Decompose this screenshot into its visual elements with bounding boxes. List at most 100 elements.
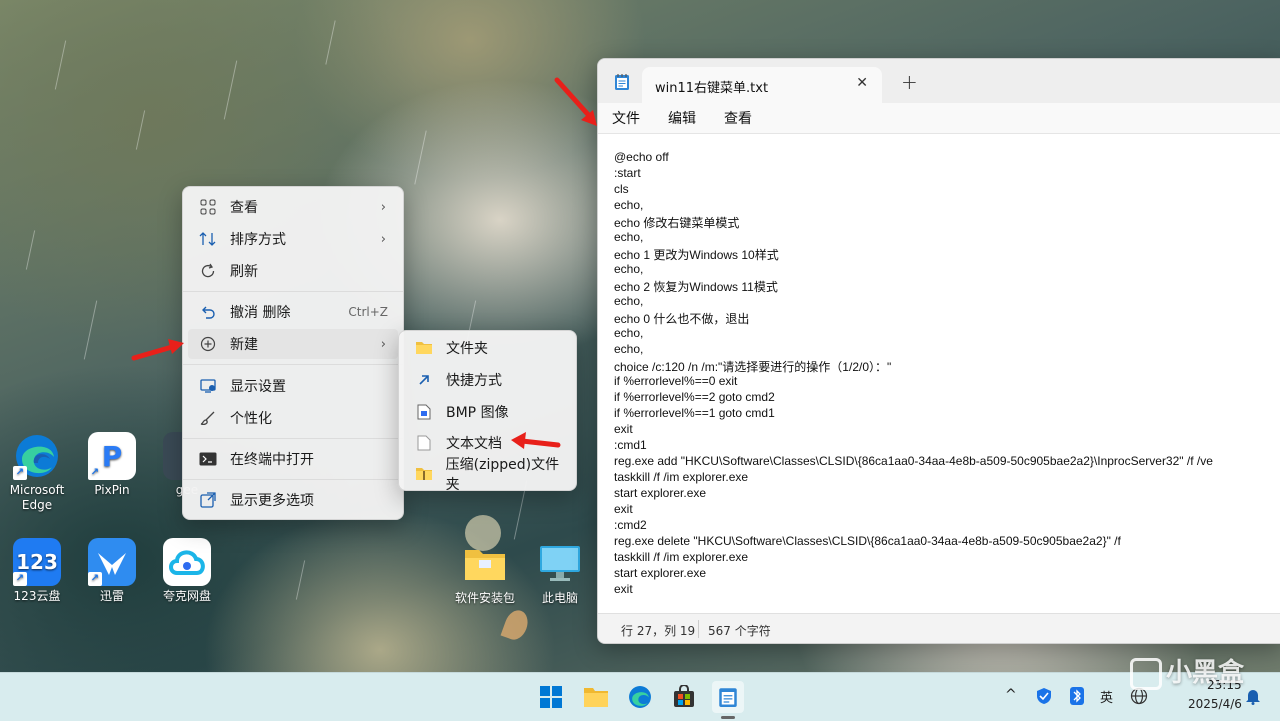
menu-item-undo-delete[interactable]: 撤消 删除 Ctrl+Z <box>188 297 398 327</box>
text-line: start explorer.exe <box>614 566 707 580</box>
text-line: echo, <box>614 230 644 244</box>
desktop-icon-quark[interactable]: 夸克网盘 <box>152 538 222 604</box>
submenu-item-folder[interactable]: 文件夹 <box>404 333 571 363</box>
text-line: echo, <box>614 326 644 340</box>
menu-item-label: 显示更多选项 <box>230 493 314 509</box>
close-tab-icon[interactable]: ✕ <box>856 75 868 91</box>
ime-indicator[interactable]: 英 <box>1100 687 1113 706</box>
menu-item-label: 刷新 <box>230 264 258 280</box>
menu-separator <box>183 438 403 439</box>
text-line: exit <box>614 422 633 436</box>
menu-item-display-settings[interactable]: 显示设置 <box>188 371 398 401</box>
taskbar: ^ 英 23:15 2025/4/6 <box>0 672 1280 721</box>
text-line: echo 0 什么也不做，退出 <box>614 312 750 326</box>
refresh-icon <box>198 261 218 281</box>
menu-item-open-terminal[interactable]: 在终端中打开 <box>188 444 398 474</box>
menu-separator <box>183 479 403 480</box>
menu-separator <box>183 364 403 365</box>
submenu-item-label: 压缩(zipped)文件夹 <box>445 457 560 493</box>
desktop-icon-this-pc[interactable]: 此电脑 <box>525 540 595 606</box>
menu-item-refresh[interactable]: 刷新 <box>188 256 398 286</box>
desktop-icon-software-folder[interactable]: 软件安装包 <box>450 540 520 606</box>
red-arrow-annotation <box>511 432 561 449</box>
notification-bell-icon[interactable] <box>1245 687 1261 709</box>
menu-item-view[interactable]: 查看 › <box>188 192 398 222</box>
menu-item-new[interactable]: 新建 › <box>188 329 398 359</box>
new-tab-button[interactable]: + <box>901 70 918 94</box>
rain-streak <box>83 300 98 360</box>
start-icon[interactable] <box>535 681 567 713</box>
123pan-icon: 123 ↗ <box>13 538 61 586</box>
bluetooth-icon[interactable] <box>1070 687 1084 709</box>
text-line: @echo off <box>614 150 669 164</box>
menu-item-label: 个性化 <box>230 411 272 427</box>
menu-file[interactable]: 文件 <box>612 108 640 128</box>
notepad-window: win11右键菜单.txt ✕ + 文件 编辑 查看 @echo off :sta… <box>597 58 1280 644</box>
shortcut-arrow-icon: ↗ <box>13 572 27 586</box>
status-bar: 行 27，列 19 567 个字符 <box>598 613 1280 643</box>
desktop-icon-pixpin[interactable]: P ↗ PixPin <box>77 432 147 498</box>
desktop-icon-123pan[interactable]: 123 ↗ 123云盘 <box>2 538 72 604</box>
sort-icon <box>198 229 218 249</box>
text-line: reg.exe add "HKCU\Software\Classes\CLSID… <box>614 454 1213 468</box>
menu-item-label: 排序方式 <box>230 232 286 248</box>
rain-streak <box>295 560 306 600</box>
clock-date[interactable]: 2025/4/6 <box>1188 697 1242 711</box>
menu-item-more-options[interactable]: 显示更多选项 <box>188 485 398 515</box>
plus-circle-icon <box>198 334 218 354</box>
edge-icon[interactable] <box>624 681 656 713</box>
submenu-item-zip-folder[interactable]: 压缩(zipped)文件夹 <box>404 457 571 493</box>
text-editor-area[interactable]: @echo off:start cls echo, echo 修改右键菜单模式 echo… <box>598 133 1280 614</box>
submenu-item-label: 快捷方式 <box>446 373 502 389</box>
falling-leaf <box>500 607 532 643</box>
desktop-icon-label: 迅雷 <box>99 589 124 603</box>
menu-item-label: 新建 <box>230 337 258 353</box>
security-shield-icon[interactable] <box>1036 687 1052 709</box>
brush-icon <box>198 408 218 428</box>
desktop-icon-label: Microsoft <box>9 483 65 497</box>
submenu-item-shortcut[interactable]: 快捷方式 <box>404 365 571 395</box>
shortcut-hint: Ctrl+Z <box>348 305 388 319</box>
store-icon[interactable] <box>668 681 700 713</box>
desktop-icon-xunlei[interactable]: ↗ 迅雷 <box>77 538 147 604</box>
text-line: echo 修改右键菜单模式 <box>614 216 740 230</box>
document-tab[interactable]: win11右键菜单.txt ✕ <box>642 67 882 103</box>
123pan-glyph: 123 <box>16 549 58 574</box>
desktop-icon-edge[interactable]: ↗ Microsoft Edge <box>2 432 72 513</box>
menu-edit[interactable]: 编辑 <box>668 108 696 128</box>
text-line: choice /c:120 /n /m:"请选择要进行的操作（1/2/0）：" <box>614 360 892 374</box>
menu-item-sort[interactable]: 排序方式 › <box>188 224 398 254</box>
folder-icon <box>414 338 434 358</box>
pixpin-glyph: P <box>101 439 123 473</box>
menu-view[interactable]: 查看 <box>724 108 752 128</box>
text-line: :cmd1 <box>614 438 647 452</box>
more-options-icon <box>198 490 218 510</box>
text-line: taskkill /f /im explorer.exe <box>614 550 749 564</box>
text-line: echo 2 恢复为Windows 11模式 <box>614 280 778 294</box>
rain-streak <box>25 230 36 270</box>
shortcut-arrow-icon: ↗ <box>88 572 102 586</box>
watermark-logo-icon <box>1130 657 1162 690</box>
rain-streak <box>414 130 427 185</box>
text-line: echo 1 更改为Windows 10样式 <box>614 248 779 262</box>
chevron-right-icon: › <box>380 231 386 247</box>
text-line: :cmd2 <box>614 518 647 532</box>
chevron-up-icon[interactable]: ^ <box>1005 687 1017 703</box>
character-count: 567 个字符 <box>708 624 771 638</box>
zip-folder-icon <box>414 464 434 484</box>
desktop-icon-label: 此电脑 <box>541 591 578 605</box>
folder-icon <box>461 540 509 588</box>
computer-icon <box>536 540 584 588</box>
chevron-right-icon: › <box>380 199 386 215</box>
status-divider <box>698 620 699 638</box>
submenu-item-bmp[interactable]: BMP 图像 <box>404 397 571 427</box>
desktop-icon-label: 软件安装包 <box>454 591 515 605</box>
network-globe-icon[interactable] <box>1130 687 1148 709</box>
file-explorer-icon[interactable] <box>580 681 612 713</box>
bmp-icon <box>414 402 434 422</box>
text-line: :start <box>614 166 641 180</box>
menu-item-personalize[interactable]: 个性化 <box>188 403 398 433</box>
notepad-icon[interactable] <box>712 681 744 713</box>
pixpin-icon: P ↗ <box>88 432 136 480</box>
text-line: echo, <box>614 342 644 356</box>
